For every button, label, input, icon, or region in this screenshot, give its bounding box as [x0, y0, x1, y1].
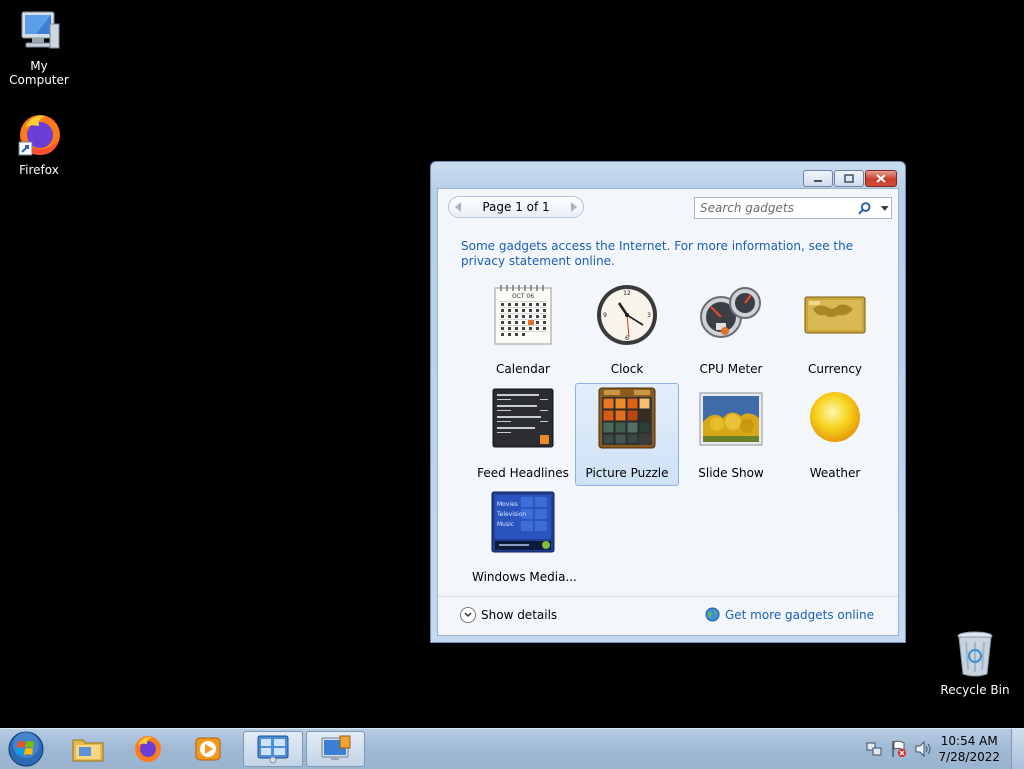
gadget-picture-puzzle[interactable]: Picture Puzzle [575, 383, 679, 486]
gadget-weather[interactable]: Weather [783, 383, 887, 486]
show-details-label: Show details [481, 608, 558, 622]
gadget-name: Picture Puzzle [585, 466, 669, 480]
maximize-button[interactable] [834, 170, 864, 187]
get-more-gadgets-link[interactable]: Get more gadgets online [705, 607, 874, 622]
search-dropdown-icon[interactable] [879, 203, 891, 213]
search-input[interactable] [700, 201, 848, 215]
weather-icon [810, 392, 860, 442]
gadgets-icon [257, 735, 289, 764]
taskbar: 10:54 AM 7/28/2022 [0, 728, 1024, 769]
slide-show-icon [699, 392, 763, 446]
firefox-icon [135, 736, 161, 762]
desktop-icon-label: Recycle Bin [940, 683, 1010, 697]
media-player-icon [195, 737, 221, 761]
show-desktop-button[interactable] [1011, 729, 1024, 769]
svg-text:9: 9 [603, 312, 607, 319]
calendar-icon: OCT 06 [494, 285, 552, 345]
taskbar-firefox[interactable] [122, 731, 174, 767]
gallery-footer: Show details Get more gadgets online [438, 596, 898, 635]
svg-text:12: 12 [623, 290, 631, 297]
desktop-icon-label: My Computer [9, 59, 69, 87]
gadget-gallery-window: Page 1 of 1 Some gadgets access the Inte… [430, 161, 906, 643]
gadget-name: Clock [610, 362, 644, 376]
close-button[interactable] [865, 170, 897, 187]
feed-headlines-icon [492, 388, 554, 448]
get-more-label: Get more gadgets online [724, 607, 874, 622]
taskbar-gadget-gallery[interactable] [306, 731, 365, 767]
gadget-cpu-meter[interactable]: CPU Meter [679, 279, 783, 382]
windows-media-icon: Movies Television Music [491, 491, 555, 553]
previous-page-icon[interactable] [455, 202, 461, 212]
media-menu-item: Movies [497, 501, 518, 508]
gadget-name: Slide Show [698, 466, 764, 480]
volume-icon[interactable] [914, 741, 932, 757]
gadget-slide-show[interactable]: Slide Show [679, 383, 783, 486]
page-indicator: Page 1 of 1 [482, 200, 550, 214]
gadget-feed-headlines[interactable]: Feed Headlines [471, 383, 575, 486]
network-icon[interactable] [866, 741, 882, 757]
computer-icon [21, 11, 60, 49]
system-clock[interactable]: 10:54 AM 7/28/2022 [938, 733, 1000, 765]
gadget-name: CPU Meter [699, 362, 763, 376]
firefox-icon [18, 115, 60, 156]
desktop-icon-my-computer[interactable]: My Computer [0, 10, 79, 87]
window-controls [803, 170, 897, 187]
clock-time: 10:54 AM [940, 734, 998, 748]
desktop-icon-firefox[interactable]: Firefox [0, 110, 79, 177]
display-gadgets-icon [321, 735, 350, 760]
clock-icon: 12369 [597, 285, 657, 345]
desktop-icon-recycle-bin[interactable]: Recycle Bin [935, 630, 1015, 697]
calendar-month-label: OCT 06 [512, 293, 534, 300]
gadget-name: Weather [809, 466, 861, 480]
gadget-calendar[interactable]: OCT 06 Calendar [471, 279, 575, 382]
picture-puzzle-icon [598, 387, 656, 449]
minimize-button[interactable] [803, 170, 833, 187]
globe-icon [705, 607, 720, 622]
taskbar-gadgets[interactable] [243, 731, 303, 767]
folder-icon [72, 739, 104, 762]
currency-icon [804, 296, 866, 334]
page-navigator: Page 1 of 1 [448, 196, 584, 218]
search-box[interactable] [694, 197, 892, 219]
taskbar-explorer[interactable] [62, 731, 114, 767]
clock-date: 7/28/2022 [938, 750, 1000, 764]
start-button[interactable] [4, 731, 48, 767]
desktop-icon-label: Firefox [19, 163, 59, 177]
gadget-windows-media[interactable]: Movies Television Music Windows Media... [471, 487, 577, 590]
internet-notice-link[interactable]: Some gadgets access the Internet. For mo… [461, 239, 881, 269]
action-center-flag-icon[interactable] [891, 740, 907, 758]
recycle-bin-icon [957, 631, 993, 677]
media-menu-item: Music [497, 521, 514, 528]
windows-logo-icon [8, 731, 44, 767]
gadget-gallery-content: Page 1 of 1 Some gadgets access the Inte… [437, 188, 899, 636]
chevron-down-icon [460, 607, 476, 623]
cpu-meter-icon [700, 287, 761, 338]
gadget-clock[interactable]: 12 3 6 9 Clock [575, 279, 679, 382]
svg-text:3: 3 [647, 312, 651, 319]
gadget-currency[interactable]: Currency [783, 279, 887, 382]
gadget-name: Calendar [496, 362, 550, 376]
search-icon[interactable] [858, 201, 871, 215]
gadget-name: Feed Headlines [477, 466, 569, 480]
gadget-name: Currency [807, 362, 863, 376]
gadget-name: Windows Media... [472, 570, 577, 584]
minimize-icon [814, 179, 822, 182]
close-icon [876, 174, 886, 183]
next-page-icon[interactable] [571, 202, 577, 212]
maximize-icon [844, 174, 854, 183]
show-details-toggle[interactable]: Show details [460, 607, 557, 623]
taskbar-media-player[interactable] [182, 731, 234, 767]
media-menu-item: Television [496, 511, 526, 518]
